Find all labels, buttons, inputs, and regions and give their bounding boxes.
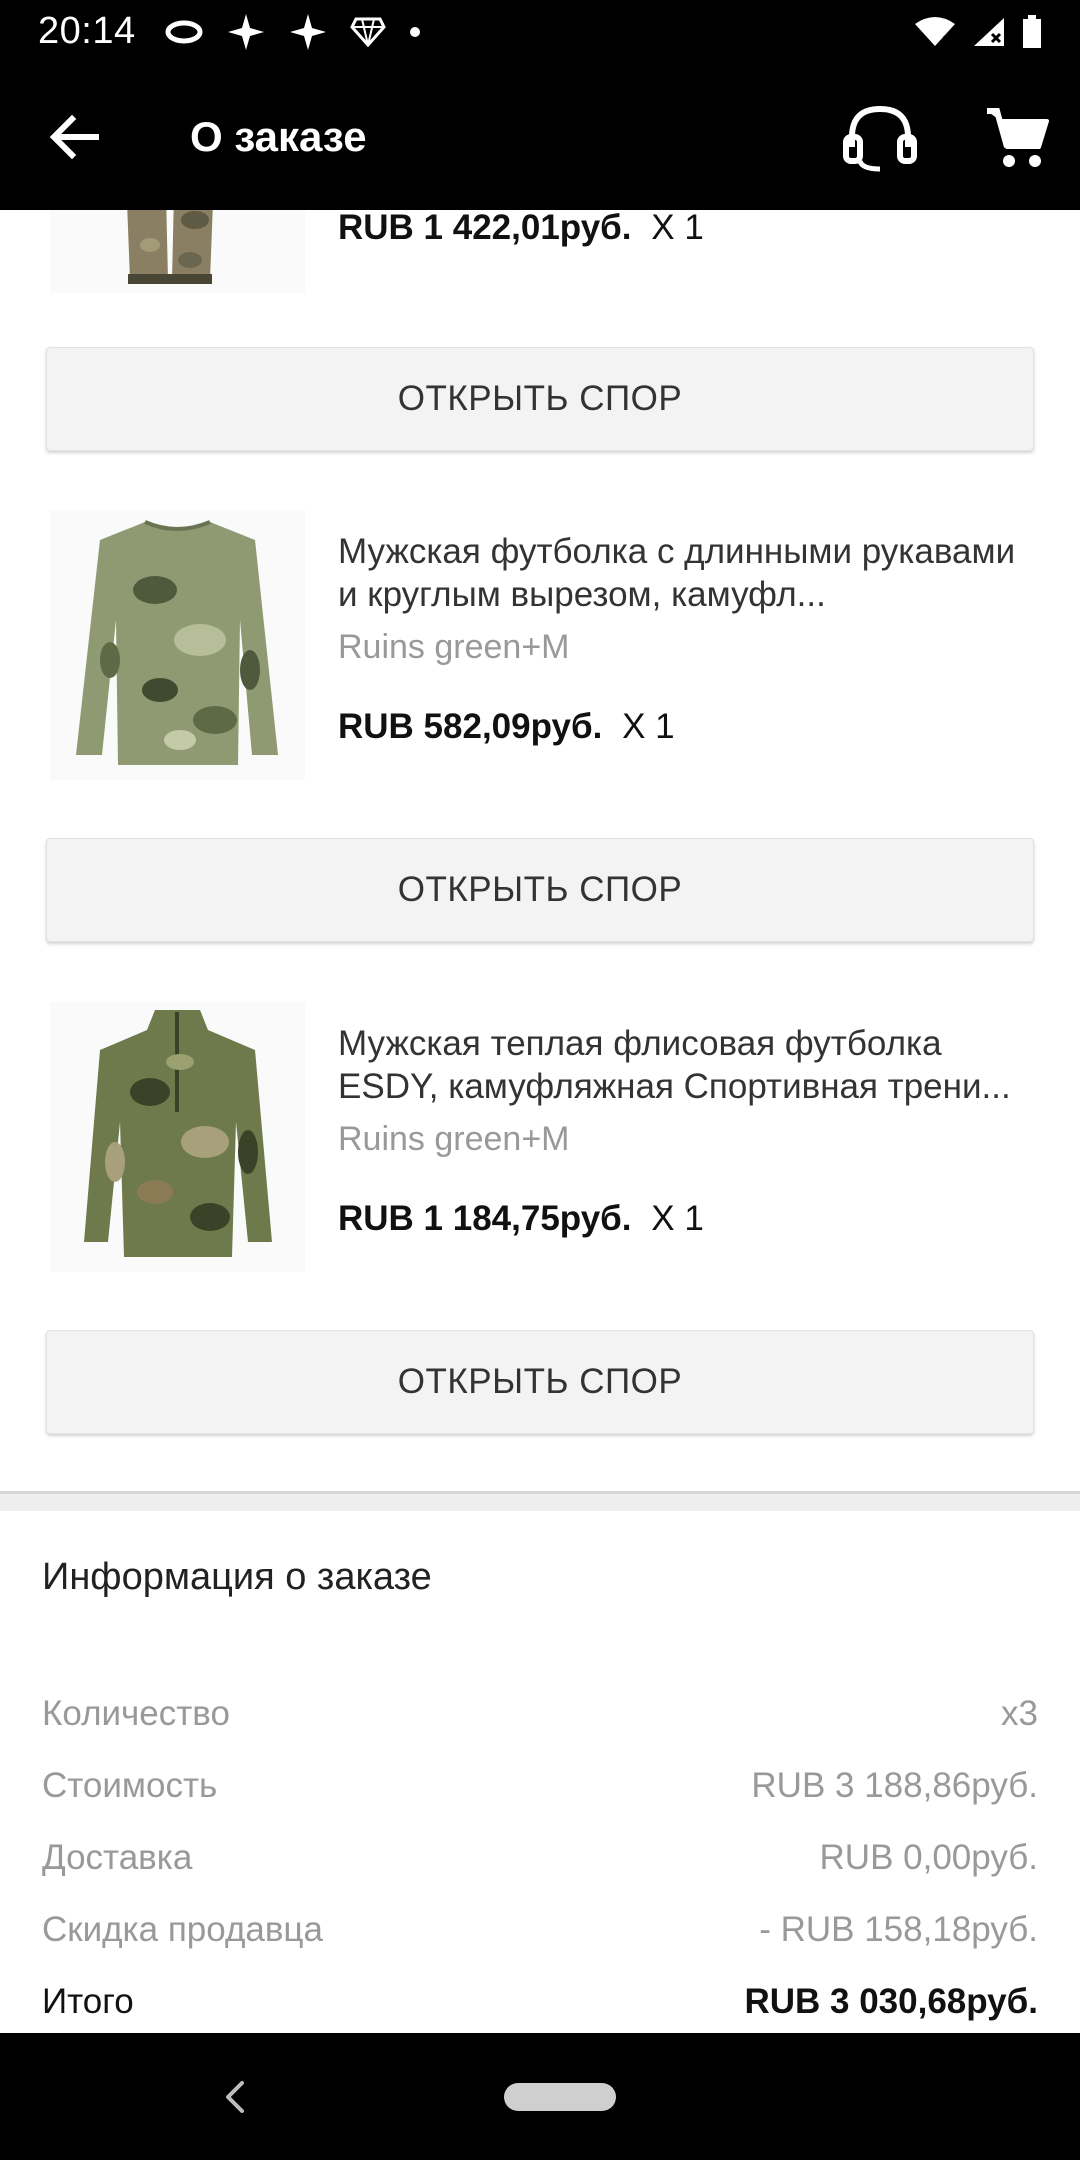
product-info: Мужская теплая флисовая футболка ESDY, к… [338, 1022, 1038, 1239]
summary-row-delivery: Доставка RUB 0,00руб. [42, 1838, 1038, 1878]
product-price: RUB 582,09руб. [338, 707, 603, 746]
product-image[interactable] [50, 210, 305, 293]
product-variant: Ruins green+M [338, 1120, 570, 1158]
product-qty: X 1 [651, 1199, 704, 1238]
order-info-title: Информация о заказе [42, 1556, 432, 1598]
product-qty: X 1 [651, 210, 704, 247]
product-info: RUB 1 422,01руб. X 1 [338, 210, 1038, 248]
nav-back-icon[interactable] [218, 2077, 250, 2117]
summary-label: Количество [42, 1694, 230, 1733]
summary-row-quantity: Количество x3 [42, 1694, 1038, 1734]
summary-value: RUB 0,00руб. [819, 1838, 1038, 1877]
product-item[interactable]: RUB 1 422,01руб. X 1 [0, 210, 1080, 310]
camo-pants-image [50, 210, 305, 293]
battery-icon [1023, 14, 1041, 48]
status-time: 20:14 [38, 10, 136, 52]
order-details-screen: 20:14 О заказе RUB 1 422,01руб. X 1 ОТКР… [0, 0, 1080, 2160]
product-item[interactable]: Мужская футболка с длинными рукавами и к… [0, 510, 1080, 790]
page-title: О заказе [190, 112, 367, 160]
wifi-icon [915, 16, 955, 46]
product-price-line: RUB 1 184,75руб. X 1 [338, 1199, 1038, 1239]
signal-icon [974, 17, 1004, 46]
camo-longsleeve-image [50, 510, 305, 780]
camo-fleece-image [50, 1002, 305, 1272]
summary-value: RUB 3 188,86руб. [751, 1766, 1038, 1805]
back-arrow-icon[interactable] [46, 109, 102, 165]
home-pill-button[interactable] [504, 2083, 616, 2111]
product-qty: X 1 [622, 707, 675, 746]
summary-label: Доставка [42, 1838, 193, 1877]
sparkle-icon [289, 13, 326, 50]
product-image[interactable] [50, 510, 305, 780]
system-icons [914, 14, 1042, 49]
summary-value: x3 [1001, 1694, 1038, 1733]
diamond-icon [349, 17, 386, 47]
summary-row-total: Итого RUB 3 030,68руб. [42, 1982, 1038, 2022]
open-dispute-button[interactable]: ОТКРЫТЬ СПОР [46, 838, 1034, 942]
app-bar: О заказе [0, 63, 1080, 210]
headset-icon[interactable] [840, 103, 920, 173]
product-info: Мужская футболка с длинными рукавами и к… [338, 530, 1038, 747]
product-item[interactable]: Мужская теплая флисовая футболка ESDY, к… [0, 1002, 1080, 1282]
summary-row-cost: Стоимость RUB 3 188,86руб. [42, 1766, 1038, 1806]
order-content: RUB 1 422,01руб. X 1 ОТКРЫТЬ СПОР Мужска… [0, 210, 1080, 2033]
summary-label: Итого [42, 1982, 134, 2021]
product-price: RUB 1 422,01руб. [338, 210, 632, 247]
summary-value: RUB 3 030,68руб. [744, 1982, 1038, 2021]
summary-value: - RUB 158,18руб. [759, 1910, 1038, 1949]
dot-icon [409, 26, 420, 37]
cart-icon[interactable] [985, 105, 1051, 171]
product-price: RUB 1 184,75руб. [338, 1199, 632, 1238]
status-bar: 20:14 [0, 0, 1080, 63]
product-price-line: RUB 1 422,01руб. X 1 [338, 210, 1038, 248]
notification-icons [164, 12, 422, 52]
product-title[interactable]: Мужская теплая флисовая футболка ESDY, к… [338, 1022, 1038, 1108]
section-divider [0, 1491, 1080, 1511]
summary-label: Скидка продавца [42, 1910, 323, 1949]
sparkle-icon [227, 13, 264, 50]
system-nav-bar [0, 2033, 1080, 2160]
summary-label: Стоимость [42, 1766, 218, 1805]
open-dispute-button[interactable]: ОТКРЫТЬ СПОР [46, 1330, 1034, 1434]
product-title[interactable]: Мужская футболка с длинными рукавами и к… [338, 530, 1038, 616]
summary-row-seller-discount: Скидка продавца - RUB 158,18руб. [42, 1910, 1038, 1950]
product-image[interactable] [50, 1002, 305, 1272]
product-price-line: RUB 582,09руб. X 1 [338, 707, 1038, 747]
product-variant: Ruins green+M [338, 628, 570, 666]
ring-notification-icon [165, 20, 203, 43]
open-dispute-button[interactable]: ОТКРЫТЬ СПОР [46, 347, 1034, 451]
